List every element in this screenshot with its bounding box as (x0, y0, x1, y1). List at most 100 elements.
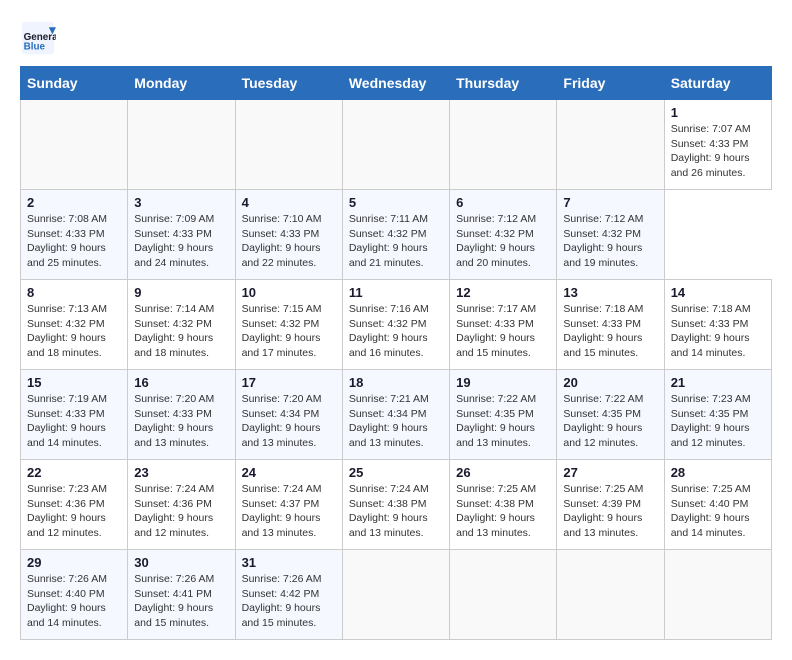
calendar-week-row: 2 Sunrise: 7:08 AMSunset: 4:33 PMDayligh… (21, 190, 772, 280)
calendar-table: SundayMondayTuesdayWednesdayThursdayFrid… (20, 66, 772, 640)
day-info: Sunrise: 7:13 AMSunset: 4:32 PMDaylight:… (27, 303, 107, 359)
calendar-day-cell: 10 Sunrise: 7:15 AMSunset: 4:32 PMDaylig… (235, 280, 342, 370)
day-number: 9 (134, 285, 228, 300)
day-info: Sunrise: 7:10 AMSunset: 4:33 PMDaylight:… (242, 213, 322, 269)
day-number: 30 (134, 555, 228, 570)
day-number: 25 (349, 465, 443, 480)
calendar-day-cell: 7 Sunrise: 7:12 AMSunset: 4:32 PMDayligh… (557, 190, 664, 280)
calendar-header-row: SundayMondayTuesdayWednesdayThursdayFrid… (21, 67, 772, 100)
day-info: Sunrise: 7:26 AMSunset: 4:40 PMDaylight:… (27, 573, 107, 629)
day-info: Sunrise: 7:24 AMSunset: 4:38 PMDaylight:… (349, 483, 429, 539)
day-info: Sunrise: 7:24 AMSunset: 4:37 PMDaylight:… (242, 483, 322, 539)
day-number: 20 (563, 375, 657, 390)
day-info: Sunrise: 7:26 AMSunset: 4:41 PMDaylight:… (134, 573, 214, 629)
calendar-day-cell: 22 Sunrise: 7:23 AMSunset: 4:36 PMDaylig… (21, 460, 128, 550)
calendar-day-cell: 23 Sunrise: 7:24 AMSunset: 4:36 PMDaylig… (128, 460, 235, 550)
weekday-header: Friday (557, 67, 664, 100)
calendar-day-cell: 3 Sunrise: 7:09 AMSunset: 4:33 PMDayligh… (128, 190, 235, 280)
calendar-day-cell: 4 Sunrise: 7:10 AMSunset: 4:33 PMDayligh… (235, 190, 342, 280)
day-info: Sunrise: 7:14 AMSunset: 4:32 PMDaylight:… (134, 303, 214, 359)
day-number: 22 (27, 465, 121, 480)
day-info: Sunrise: 7:08 AMSunset: 4:33 PMDaylight:… (27, 213, 107, 269)
weekday-header: Monday (128, 67, 235, 100)
day-info: Sunrise: 7:07 AMSunset: 4:33 PMDaylight:… (671, 123, 751, 179)
day-number: 6 (456, 195, 550, 210)
day-info: Sunrise: 7:12 AMSunset: 4:32 PMDaylight:… (563, 213, 643, 269)
calendar-day-cell (342, 550, 449, 640)
day-number: 21 (671, 375, 765, 390)
day-info: Sunrise: 7:25 AMSunset: 4:40 PMDaylight:… (671, 483, 751, 539)
calendar-day-cell: 30 Sunrise: 7:26 AMSunset: 4:41 PMDaylig… (128, 550, 235, 640)
day-number: 15 (27, 375, 121, 390)
calendar-day-cell: 6 Sunrise: 7:12 AMSunset: 4:32 PMDayligh… (450, 190, 557, 280)
day-number: 11 (349, 285, 443, 300)
calendar-day-cell (557, 550, 664, 640)
empty-cell (450, 100, 557, 190)
calendar-day-cell (664, 550, 771, 640)
day-info: Sunrise: 7:25 AMSunset: 4:38 PMDaylight:… (456, 483, 536, 539)
day-number: 13 (563, 285, 657, 300)
calendar-day-cell: 19 Sunrise: 7:22 AMSunset: 4:35 PMDaylig… (450, 370, 557, 460)
day-info: Sunrise: 7:20 AMSunset: 4:33 PMDaylight:… (134, 393, 214, 449)
page-header: General Blue (20, 20, 772, 56)
calendar-day-cell: 12 Sunrise: 7:17 AMSunset: 4:33 PMDaylig… (450, 280, 557, 370)
calendar-day-cell: 25 Sunrise: 7:24 AMSunset: 4:38 PMDaylig… (342, 460, 449, 550)
day-number: 23 (134, 465, 228, 480)
day-info: Sunrise: 7:09 AMSunset: 4:33 PMDaylight:… (134, 213, 214, 269)
calendar-day-cell: 9 Sunrise: 7:14 AMSunset: 4:32 PMDayligh… (128, 280, 235, 370)
calendar-day-cell: 20 Sunrise: 7:22 AMSunset: 4:35 PMDaylig… (557, 370, 664, 460)
day-number: 29 (27, 555, 121, 570)
day-number: 7 (563, 195, 657, 210)
day-number: 14 (671, 285, 765, 300)
day-number: 2 (27, 195, 121, 210)
empty-cell (235, 100, 342, 190)
calendar-day-cell: 14 Sunrise: 7:18 AMSunset: 4:33 PMDaylig… (664, 280, 771, 370)
day-info: Sunrise: 7:12 AMSunset: 4:32 PMDaylight:… (456, 213, 536, 269)
calendar-day-cell: 8 Sunrise: 7:13 AMSunset: 4:32 PMDayligh… (21, 280, 128, 370)
day-number: 17 (242, 375, 336, 390)
day-number: 18 (349, 375, 443, 390)
day-info: Sunrise: 7:23 AMSunset: 4:36 PMDaylight:… (27, 483, 107, 539)
day-number: 3 (134, 195, 228, 210)
day-number: 1 (671, 105, 765, 120)
calendar-day-cell: 5 Sunrise: 7:11 AMSunset: 4:32 PMDayligh… (342, 190, 449, 280)
weekday-header: Tuesday (235, 67, 342, 100)
day-number: 24 (242, 465, 336, 480)
day-info: Sunrise: 7:18 AMSunset: 4:33 PMDaylight:… (671, 303, 751, 359)
calendar-day-cell: 21 Sunrise: 7:23 AMSunset: 4:35 PMDaylig… (664, 370, 771, 460)
calendar-day-cell: 28 Sunrise: 7:25 AMSunset: 4:40 PMDaylig… (664, 460, 771, 550)
calendar-day-cell: 1 Sunrise: 7:07 AMSunset: 4:33 PMDayligh… (664, 100, 771, 190)
calendar-day-cell: 16 Sunrise: 7:20 AMSunset: 4:33 PMDaylig… (128, 370, 235, 460)
day-info: Sunrise: 7:20 AMSunset: 4:34 PMDaylight:… (242, 393, 322, 449)
day-info: Sunrise: 7:21 AMSunset: 4:34 PMDaylight:… (349, 393, 429, 449)
weekday-header: Sunday (21, 67, 128, 100)
empty-cell (128, 100, 235, 190)
day-info: Sunrise: 7:22 AMSunset: 4:35 PMDaylight:… (563, 393, 643, 449)
weekday-header: Saturday (664, 67, 771, 100)
logo-icon: General Blue (20, 20, 56, 56)
day-info: Sunrise: 7:17 AMSunset: 4:33 PMDaylight:… (456, 303, 536, 359)
calendar-week-row: 15 Sunrise: 7:19 AMSunset: 4:33 PMDaylig… (21, 370, 772, 460)
day-info: Sunrise: 7:19 AMSunset: 4:33 PMDaylight:… (27, 393, 107, 449)
day-info: Sunrise: 7:25 AMSunset: 4:39 PMDaylight:… (563, 483, 643, 539)
calendar-day-cell: 18 Sunrise: 7:21 AMSunset: 4:34 PMDaylig… (342, 370, 449, 460)
day-info: Sunrise: 7:26 AMSunset: 4:42 PMDaylight:… (242, 573, 322, 629)
day-number: 27 (563, 465, 657, 480)
empty-cell (557, 100, 664, 190)
day-info: Sunrise: 7:24 AMSunset: 4:36 PMDaylight:… (134, 483, 214, 539)
day-info: Sunrise: 7:18 AMSunset: 4:33 PMDaylight:… (563, 303, 643, 359)
calendar-day-cell: 31 Sunrise: 7:26 AMSunset: 4:42 PMDaylig… (235, 550, 342, 640)
weekday-header: Wednesday (342, 67, 449, 100)
day-number: 28 (671, 465, 765, 480)
calendar-day-cell: 11 Sunrise: 7:16 AMSunset: 4:32 PMDaylig… (342, 280, 449, 370)
calendar-day-cell: 13 Sunrise: 7:18 AMSunset: 4:33 PMDaylig… (557, 280, 664, 370)
logo: General Blue (20, 20, 60, 56)
weekday-header: Thursday (450, 67, 557, 100)
calendar-day-cell (450, 550, 557, 640)
calendar-week-row: 29 Sunrise: 7:26 AMSunset: 4:40 PMDaylig… (21, 550, 772, 640)
day-number: 16 (134, 375, 228, 390)
day-info: Sunrise: 7:11 AMSunset: 4:32 PMDaylight:… (349, 213, 428, 269)
day-info: Sunrise: 7:16 AMSunset: 4:32 PMDaylight:… (349, 303, 429, 359)
day-info: Sunrise: 7:23 AMSunset: 4:35 PMDaylight:… (671, 393, 751, 449)
calendar-week-row: 8 Sunrise: 7:13 AMSunset: 4:32 PMDayligh… (21, 280, 772, 370)
